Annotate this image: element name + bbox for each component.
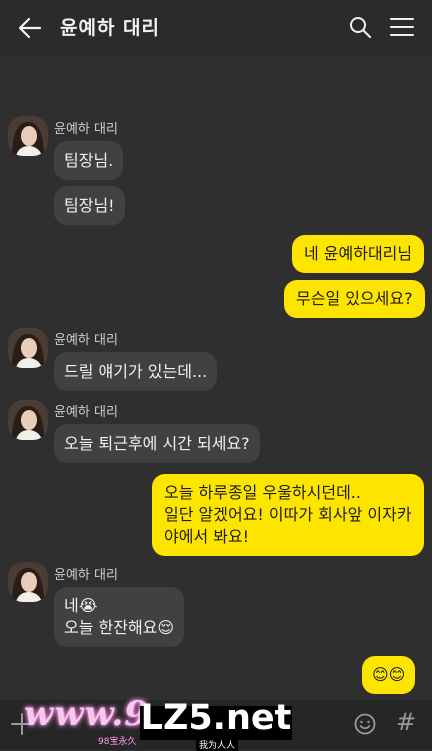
message-line: 네😭 [64,596,98,615]
incoming-message[interactable]: 팀장님. [54,141,124,180]
avatar[interactable] [8,562,48,602]
outgoing-message[interactable]: 오늘 하루종일 우울하시던데.. 일단 알겠어요! 이따가 회사앞 이자카 야에… [152,474,424,556]
hash-button[interactable]: # [396,708,416,736]
profile-photo-icon [8,400,48,440]
profile-photo-icon [8,328,48,368]
watermark-left-sub: 98宝永久 [98,737,137,747]
message-line: 야에서 봐요! [164,527,250,546]
incoming-message[interactable]: 오늘 퇴근후에 시간 되세요? [54,424,260,463]
emoji-smile-icon[interactable] [354,713,376,735]
profile-photo-icon [8,116,48,156]
watermark-right: LZ5.net [140,698,292,738]
watermark-right-sub: 我为人人 [196,738,239,751]
outgoing-message[interactable]: 😊😊 [362,656,416,694]
avatar[interactable] [8,400,48,440]
sender-name: 윤예하 대리 [54,568,118,583]
arrow-left-icon[interactable] [14,14,44,42]
hamburger-menu-icon[interactable] [390,16,414,38]
chat-title: 윤예하 대리 [60,17,161,39]
sender-name: 윤예하 대리 [54,122,118,137]
sender-name: 윤예하 대리 [54,405,118,420]
outgoing-message[interactable]: 네 윤예하대리님 [292,235,425,273]
incoming-message[interactable]: 드릴 얘기가 있는데... [54,352,218,391]
watermark-left: www.9 [24,694,149,734]
incoming-message[interactable]: 네😭 오늘 한잔해요😌 [54,587,185,647]
message-line: 오늘 하루종일 우울하시던데.. [164,483,361,502]
message-line: 오늘 한잔해요😌 [64,618,175,637]
sender-name: 윤예하 대리 [54,333,118,348]
search-icon[interactable] [348,15,372,39]
profile-photo-icon [8,562,48,602]
avatar[interactable] [8,328,48,368]
avatar[interactable] [8,116,48,156]
message-line: 일단 알겠어요! 이따가 회사앞 이자카 [164,505,412,524]
incoming-message[interactable]: 팀장님! [54,186,125,225]
outgoing-message[interactable]: 무슨일 있으세요? [284,280,425,318]
chat-header: 윤예하 대리 [0,0,432,56]
